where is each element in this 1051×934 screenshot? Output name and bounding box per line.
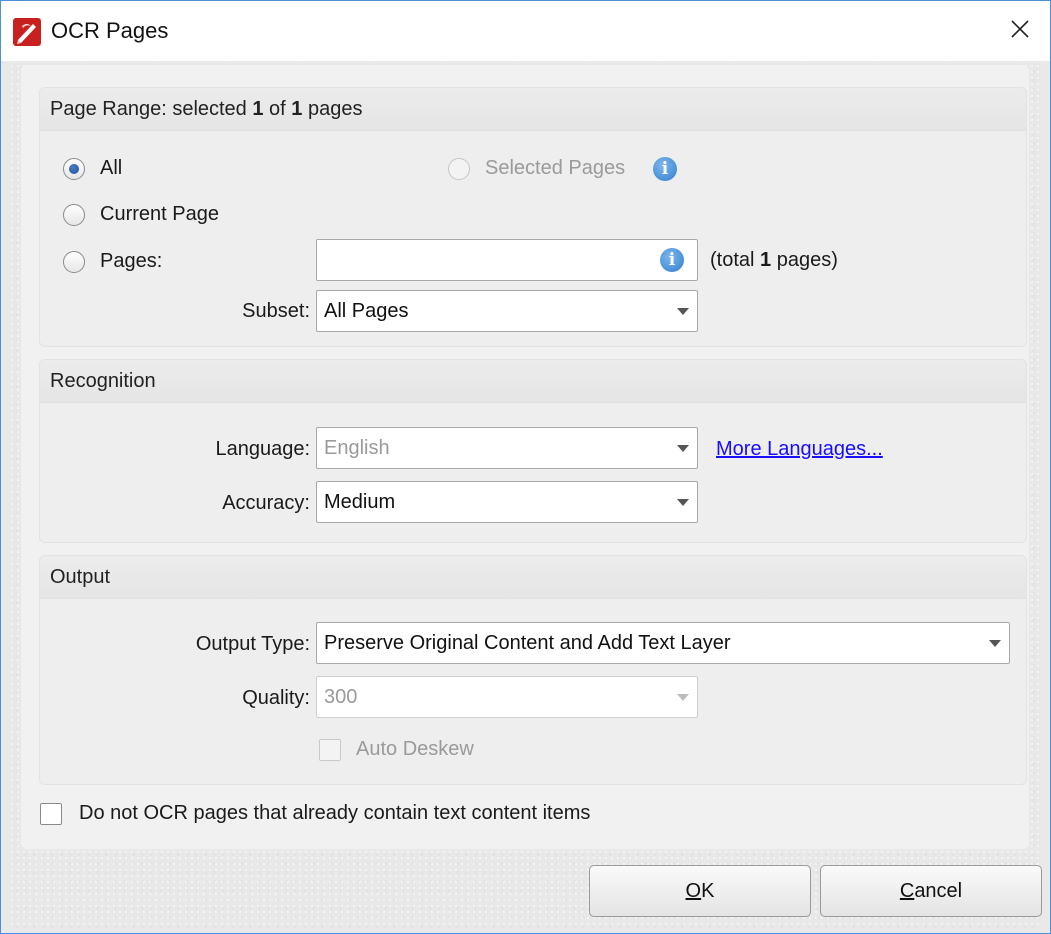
title-bar: OCR Pages <box>1 1 1050 61</box>
all-radio-label[interactable]: All <box>100 157 122 180</box>
quality-label: Quality: <box>242 687 310 709</box>
chevron-down-icon <box>989 640 1001 647</box>
output-type-dropdown[interactable]: Preserve Original Content and Add Text L… <box>316 622 1010 664</box>
pdf-editor-app-icon <box>13 18 41 46</box>
subset-label: Subset: <box>242 300 310 322</box>
output-group: Output Output Type: Preserve Original Co… <box>39 555 1027 785</box>
ocr-pages-dialog: OCR Pages Page Range: selected 1 of 1 pa… <box>0 0 1051 934</box>
total-pages-label: (total 1 pages) <box>710 249 838 271</box>
chevron-down-icon <box>677 445 689 452</box>
output-header: Output <box>40 556 1026 599</box>
current-page-radio-label[interactable]: Current Page <box>100 203 219 226</box>
chevron-down-icon <box>677 308 689 315</box>
more-languages-link[interactable]: More Languages... <box>716 438 883 461</box>
ok-button[interactable]: OK <box>589 865 811 917</box>
current-page-radio[interactable] <box>63 204 85 226</box>
pages-radio-label[interactable]: Pages: <box>100 250 162 273</box>
quality-value: 300 <box>324 686 358 708</box>
recognition-header: Recognition <box>40 360 1026 403</box>
skip-text-pages-label[interactable]: Do not OCR pages that already contain te… <box>79 802 590 825</box>
pages-info-icon[interactable]: i <box>660 248 684 272</box>
page-range-group: Page Range: selected 1 of 1 pages All Se… <box>39 87 1027 347</box>
cancel-button[interactable]: Cancel <box>820 865 1042 917</box>
quality-dropdown[interactable]: 300 <box>316 676 698 718</box>
language-dropdown[interactable]: English <box>316 427 698 469</box>
output-type-label: Output Type: <box>195 633 310 655</box>
subset-value: All Pages <box>324 300 409 322</box>
dialog-body: Page Range: selected 1 of 1 pages All Se… <box>9 63 1042 929</box>
auto-deskew-label: Auto Deskew <box>356 738 474 760</box>
pages-input[interactable] <box>316 239 698 281</box>
chevron-down-icon <box>677 694 689 701</box>
all-radio[interactable] <box>63 158 85 180</box>
recognition-group: Recognition Language: English More Langu… <box>39 359 1027 543</box>
total-count: 1 <box>291 98 303 120</box>
accuracy-value: Medium <box>324 491 396 513</box>
accuracy-label: Accuracy: <box>222 492 310 514</box>
skip-text-pages-checkbox[interactable] <box>40 803 62 825</box>
auto-deskew-checkbox[interactable] <box>319 739 341 761</box>
selected-count: 1 <box>252 98 264 120</box>
pages-radio[interactable] <box>63 251 85 273</box>
selected-pages-info-icon[interactable]: i <box>653 157 677 181</box>
close-button[interactable] <box>990 1 1050 61</box>
selected-pages-radio[interactable] <box>448 158 470 180</box>
output-type-value: Preserve Original Content and Add Text L… <box>324 632 731 654</box>
dialog-title: OCR Pages <box>51 18 169 43</box>
chevron-down-icon <box>677 499 689 506</box>
subset-dropdown[interactable]: All Pages <box>316 290 698 332</box>
page-range-header: Page Range: selected 1 of 1 pages <box>40 88 1026 131</box>
selected-pages-radio-label: Selected Pages <box>485 157 626 179</box>
language-label: Language: <box>215 438 310 460</box>
accuracy-dropdown[interactable]: Medium <box>316 481 698 523</box>
close-icon <box>1010 19 1030 44</box>
options-panel: Page Range: selected 1 of 1 pages All Se… <box>21 65 1029 849</box>
language-value: English <box>324 437 390 459</box>
